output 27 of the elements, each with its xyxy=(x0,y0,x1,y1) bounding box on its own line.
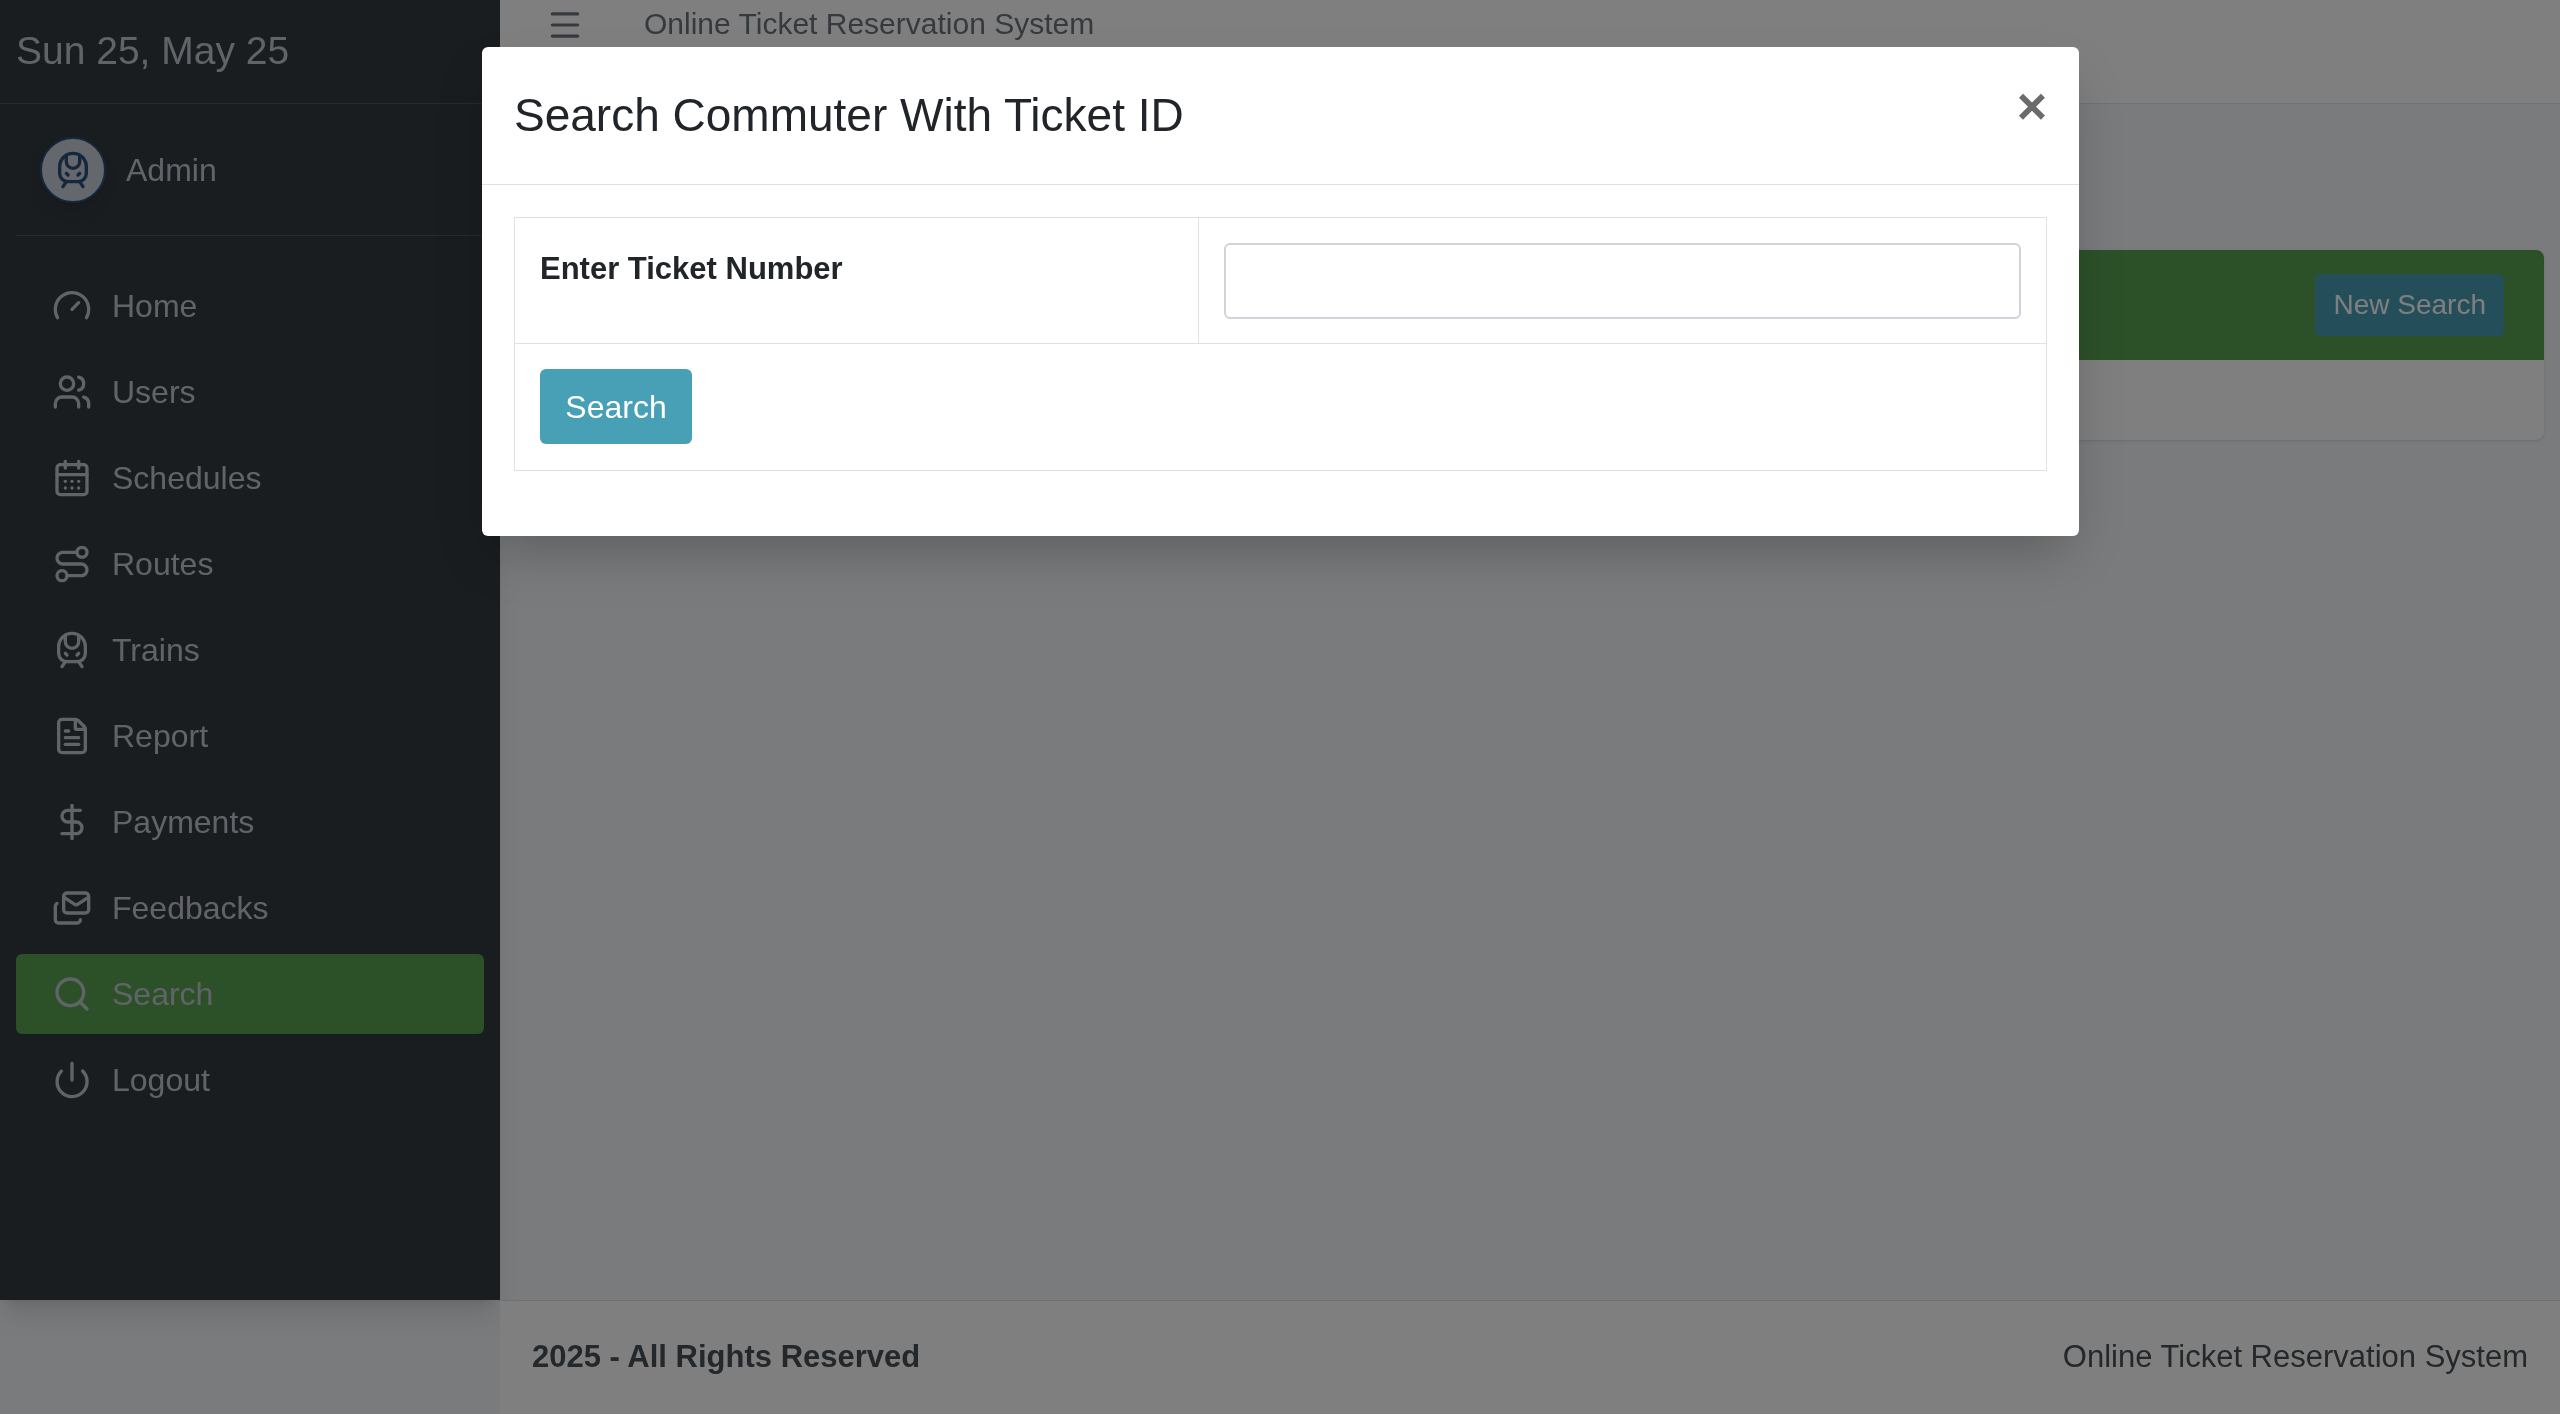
close-button[interactable]: × xyxy=(2016,79,2047,132)
sidebar-item[interactable]: Trains xyxy=(16,610,484,690)
search-icon xyxy=(52,974,92,1014)
calendar-icon xyxy=(52,458,92,498)
modal-title: Search Commuter With Ticket ID xyxy=(514,88,1184,143)
ticket-number-field[interactable] xyxy=(1224,243,2021,319)
date-text: Sun 25, May 25 xyxy=(16,28,290,75)
sidebar-item[interactable]: Users xyxy=(16,352,484,432)
sidebar-item[interactable]: Report xyxy=(16,696,484,776)
users-icon xyxy=(52,372,92,412)
user-name: Admin xyxy=(126,150,217,190)
sidebar-item[interactable]: Logout xyxy=(16,1040,484,1120)
copyright-text: 2025 - All Rights Reserved xyxy=(532,1338,921,1377)
sidebar-item[interactable]: Routes xyxy=(16,524,484,604)
field-label: Enter Ticket Number xyxy=(540,251,843,286)
new-search-button[interactable]: New Search xyxy=(2315,274,2504,336)
sidebar-item[interactable]: Home xyxy=(16,266,484,346)
app-title: Online Ticket Reservation System xyxy=(644,6,1095,42)
sidebar-item[interactable]: Schedules xyxy=(16,438,484,518)
sidebar-item[interactable]: Feedbacks xyxy=(16,868,484,948)
sidebar-item[interactable]: Payments xyxy=(16,782,484,862)
search-button[interactable]: Search xyxy=(540,369,692,444)
footer-title: Online Ticket Reservation System xyxy=(2062,1338,2528,1377)
mail-icon xyxy=(52,888,92,928)
route-icon xyxy=(52,544,92,584)
power-icon xyxy=(52,1060,92,1100)
sidebar-item[interactable]: Search xyxy=(16,954,484,1034)
